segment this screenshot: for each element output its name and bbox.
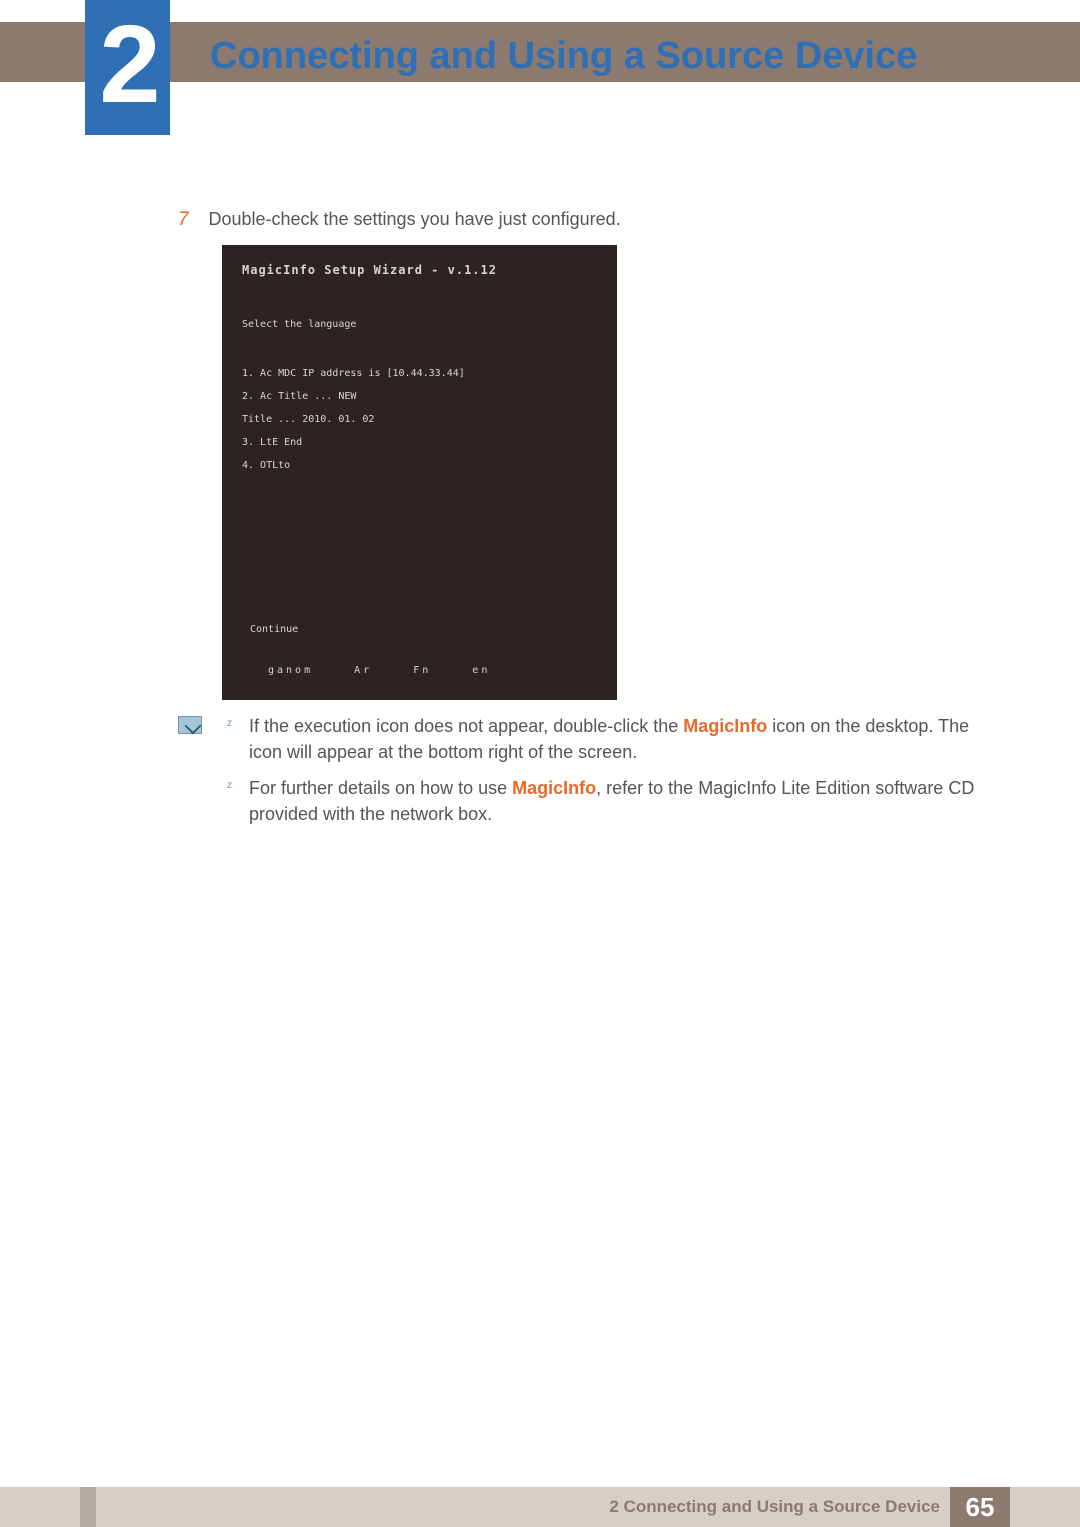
wizard-key: ganom: [268, 665, 313, 676]
wizard-footer-label: Continue: [250, 624, 298, 635]
wizard-key: Fn: [413, 665, 431, 676]
step-text: Double-check the settings you have just …: [208, 209, 620, 230]
wizard-title: MagicInfo Setup Wizard - v.1.12: [242, 263, 597, 277]
wizard-line: 3. LtE End: [242, 437, 597, 448]
note-item: For further details on how to use MagicI…: [227, 775, 987, 827]
step-number: 7: [178, 209, 198, 231]
footer-chapter-label: 2 Connecting and Using a Source Device: [609, 1497, 940, 1517]
highlight-magicinfo: MagicInfo: [683, 716, 767, 736]
highlight-magicinfo: MagicInfo: [512, 778, 596, 798]
wizard-line: 2. Ac Title ... NEW: [242, 391, 597, 402]
page-footer: 2 Connecting and Using a Source Device 6…: [0, 1487, 1080, 1527]
chapter-title: Connecting and Using a Source Device: [210, 35, 917, 78]
footer-gutter: [80, 1487, 96, 1527]
wizard-footer-keys: ganom Ar Fn en: [268, 665, 522, 676]
wizard-subtitle: Select the language: [242, 319, 597, 330]
wizard-line: 1. Ac MDC IP address is [10.44.33.44]: [242, 368, 597, 379]
wizard-line: Title ... 2010. 01. 02: [242, 414, 597, 425]
note-icon: [178, 716, 202, 734]
note-item: If the execution icon does not appear, d…: [227, 713, 987, 765]
wizard-key: en: [472, 665, 490, 676]
note-text: For further details on how to use: [249, 778, 512, 798]
chapter-badge: 2: [85, 0, 170, 135]
notes-block: If the execution icon does not appear, d…: [227, 713, 987, 837]
wizard-lines: 1. Ac MDC IP address is [10.44.33.44] 2.…: [242, 368, 597, 471]
wizard-line: 4. OTLto: [242, 460, 597, 471]
note-text: If the execution icon does not appear, d…: [249, 716, 683, 736]
wizard-key: Ar: [354, 665, 372, 676]
step-7: 7 Double-check the settings you have jus…: [178, 209, 988, 231]
wizard-screenshot: MagicInfo Setup Wizard - v.1.12 Select t…: [222, 245, 617, 700]
chapter-number: 2: [85, 0, 170, 130]
page-number: 65: [950, 1487, 1010, 1527]
